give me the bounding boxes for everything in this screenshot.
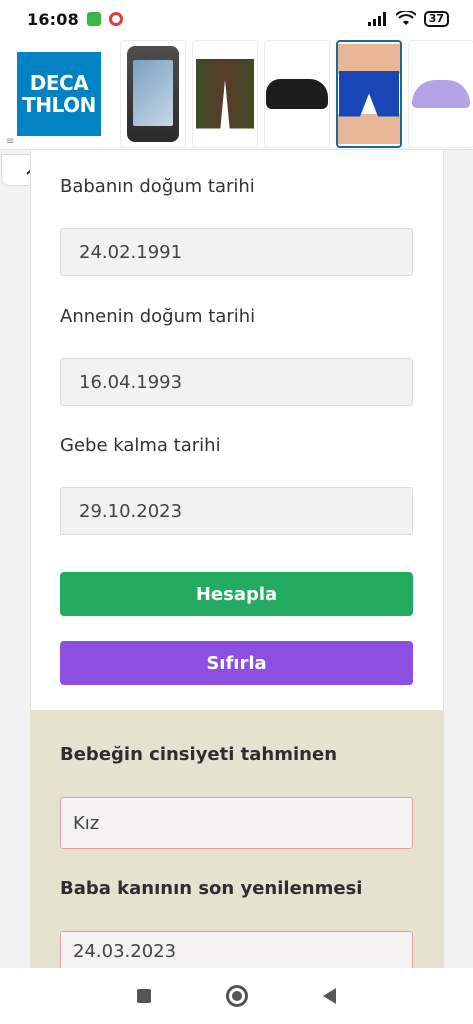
message-notification-icon <box>86 12 101 26</box>
back-icon[interactable] <box>322 988 336 1004</box>
shorts-image <box>196 58 254 129</box>
ad-product-cap[interactable] <box>408 39 473 148</box>
mother-birthdate-label: Annenin doğum tarihi <box>60 306 256 327</box>
reset-button[interactable]: Sıfırla <box>60 641 413 685</box>
ad-product-water-shoe[interactable] <box>264 39 330 148</box>
home-icon[interactable] <box>225 985 248 1007</box>
baby-gender-label: Bebeğin cinsiyeti tahminen <box>60 744 338 765</box>
drag-handle-icon[interactable]: ≡ <box>6 136 14 147</box>
swim-trunks-image <box>338 43 400 144</box>
father-blood-renewal-value: 24.03.2023 <box>60 931 413 971</box>
water-shoe-image <box>266 78 328 109</box>
recents-icon[interactable] <box>137 989 152 1003</box>
status-right-icons: 37 <box>367 11 449 27</box>
phone-pouch-image <box>127 45 179 142</box>
calculate-button[interactable]: Hesapla <box>60 572 413 616</box>
brand-line-1: DECA <box>29 70 89 95</box>
ad-product-phone-pouch[interactable] <box>120 39 186 148</box>
battery-icon: 37 <box>423 11 449 27</box>
ad-product-swim-trunks[interactable] <box>336 39 402 148</box>
mother-birthdate-input[interactable]: 16.04.1993 <box>60 358 413 406</box>
baby-gender-value: Kız <box>60 797 413 849</box>
wifi-icon <box>395 11 416 25</box>
status-time: 16:08 <box>27 9 79 29</box>
system-nav-bar <box>0 968 473 1024</box>
record-notification-icon <box>108 12 123 26</box>
conception-date-label: Gebe kalma tarihi <box>60 435 221 456</box>
status-bar: 16:08 37 <box>0 0 473 38</box>
cap-image <box>412 79 470 108</box>
conception-date-input[interactable]: 29.10.2023 <box>60 487 413 535</box>
swim-trunks-shape <box>339 70 399 117</box>
ad-banner[interactable]: DECA THLON <box>0 38 473 150</box>
brand-line-2: THLON <box>22 92 96 117</box>
brand-logo[interactable]: DECA THLON <box>4 39 114 148</box>
father-blood-renewal-label: Baba kanının son yenilenmesi <box>60 878 363 899</box>
father-birthdate-label: Babanın doğum tarihi <box>60 176 255 197</box>
decathlon-logo: DECA THLON <box>17 51 101 136</box>
signal-icon <box>367 12 386 26</box>
ad-product-shorts[interactable] <box>192 39 258 148</box>
father-birthdate-input[interactable]: 24.02.1991 <box>60 228 413 276</box>
